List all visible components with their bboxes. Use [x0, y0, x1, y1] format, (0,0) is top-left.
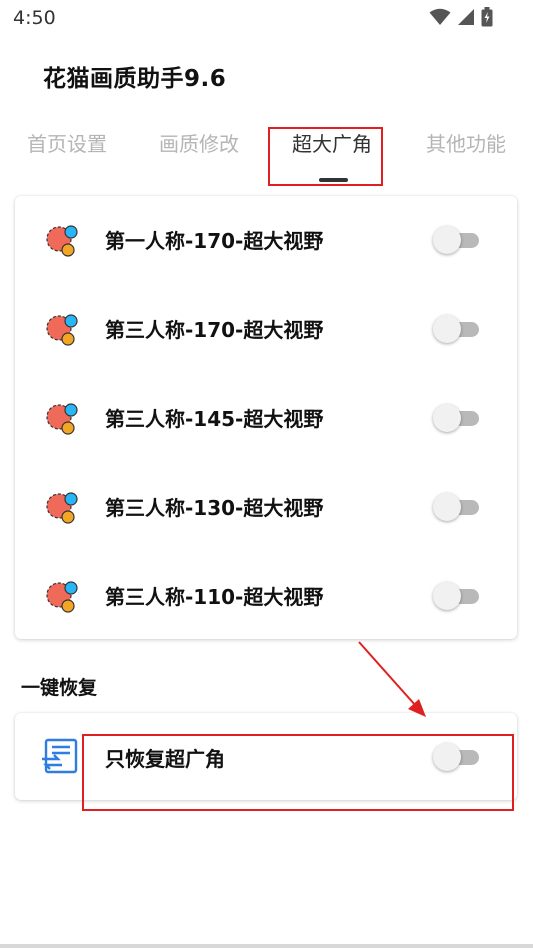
restore-list-icon	[42, 738, 78, 774]
option-row[interactable]: 第三人称-110-超大视野	[15, 552, 517, 640]
toggle-thumb	[433, 582, 461, 610]
restore-toggle[interactable]	[433, 743, 483, 771]
bubbles-icon	[46, 403, 78, 435]
tab-bar: 首页设置 画质修改 超大广角 其他功能	[0, 128, 533, 172]
tab-quality-modify[interactable]: 画质修改	[159, 128, 239, 157]
tab-home-settings[interactable]: 首页设置	[27, 128, 107, 157]
tab-other-functions[interactable]: 其他功能	[426, 128, 506, 157]
restore-card[interactable]: 只恢复超广角	[15, 713, 517, 800]
wifi-icon	[429, 8, 451, 25]
option-row[interactable]: 第三人称-130-超大视野	[15, 463, 517, 551]
option-toggle[interactable]	[433, 582, 483, 610]
active-tab-indicator	[319, 178, 348, 182]
toggle-thumb	[433, 315, 461, 343]
restore-label: 只恢复超广角	[105, 747, 225, 771]
toggle-thumb	[433, 493, 461, 521]
bubbles-icon	[46, 314, 78, 346]
status-bar: 4:50	[0, 0, 533, 36]
signal-icon	[458, 9, 474, 25]
option-row[interactable]: 第三人称-145-超大视野	[15, 374, 517, 462]
battery-icon	[481, 7, 493, 27]
app-title: 花猫画质助手9.6	[43, 66, 227, 92]
option-toggle[interactable]	[433, 493, 483, 521]
option-toggle[interactable]	[433, 404, 483, 432]
option-label: 第一人称-170-超大视野	[105, 229, 324, 253]
toggle-thumb	[433, 743, 461, 771]
option-row[interactable]: 第三人称-170-超大视野	[15, 285, 517, 373]
option-label: 第三人称-145-超大视野	[105, 407, 324, 431]
status-icons	[429, 7, 493, 27]
bubbles-icon	[46, 225, 78, 257]
status-time: 4:50	[13, 7, 56, 29]
option-row[interactable]: 第一人称-170-超大视野	[15, 196, 517, 284]
bubbles-icon	[46, 492, 78, 524]
option-label: 第三人称-170-超大视野	[105, 318, 324, 342]
option-toggle[interactable]	[433, 226, 483, 254]
tab-ultra-wide[interactable]: 超大广角	[292, 128, 372, 157]
toggle-thumb	[433, 404, 461, 432]
restore-section-title: 一键恢复	[21, 677, 98, 699]
bottom-edge	[0, 944, 533, 948]
toggle-thumb	[433, 226, 461, 254]
option-label: 第三人称-130-超大视野	[105, 496, 324, 520]
bubbles-icon	[46, 581, 78, 613]
ultra-wide-options-card: 第一人称-170-超大视野 第三人称-170-超大视野 第三人称-145-超大视…	[15, 196, 517, 639]
option-toggle[interactable]	[433, 315, 483, 343]
option-label: 第三人称-110-超大视野	[105, 585, 324, 609]
